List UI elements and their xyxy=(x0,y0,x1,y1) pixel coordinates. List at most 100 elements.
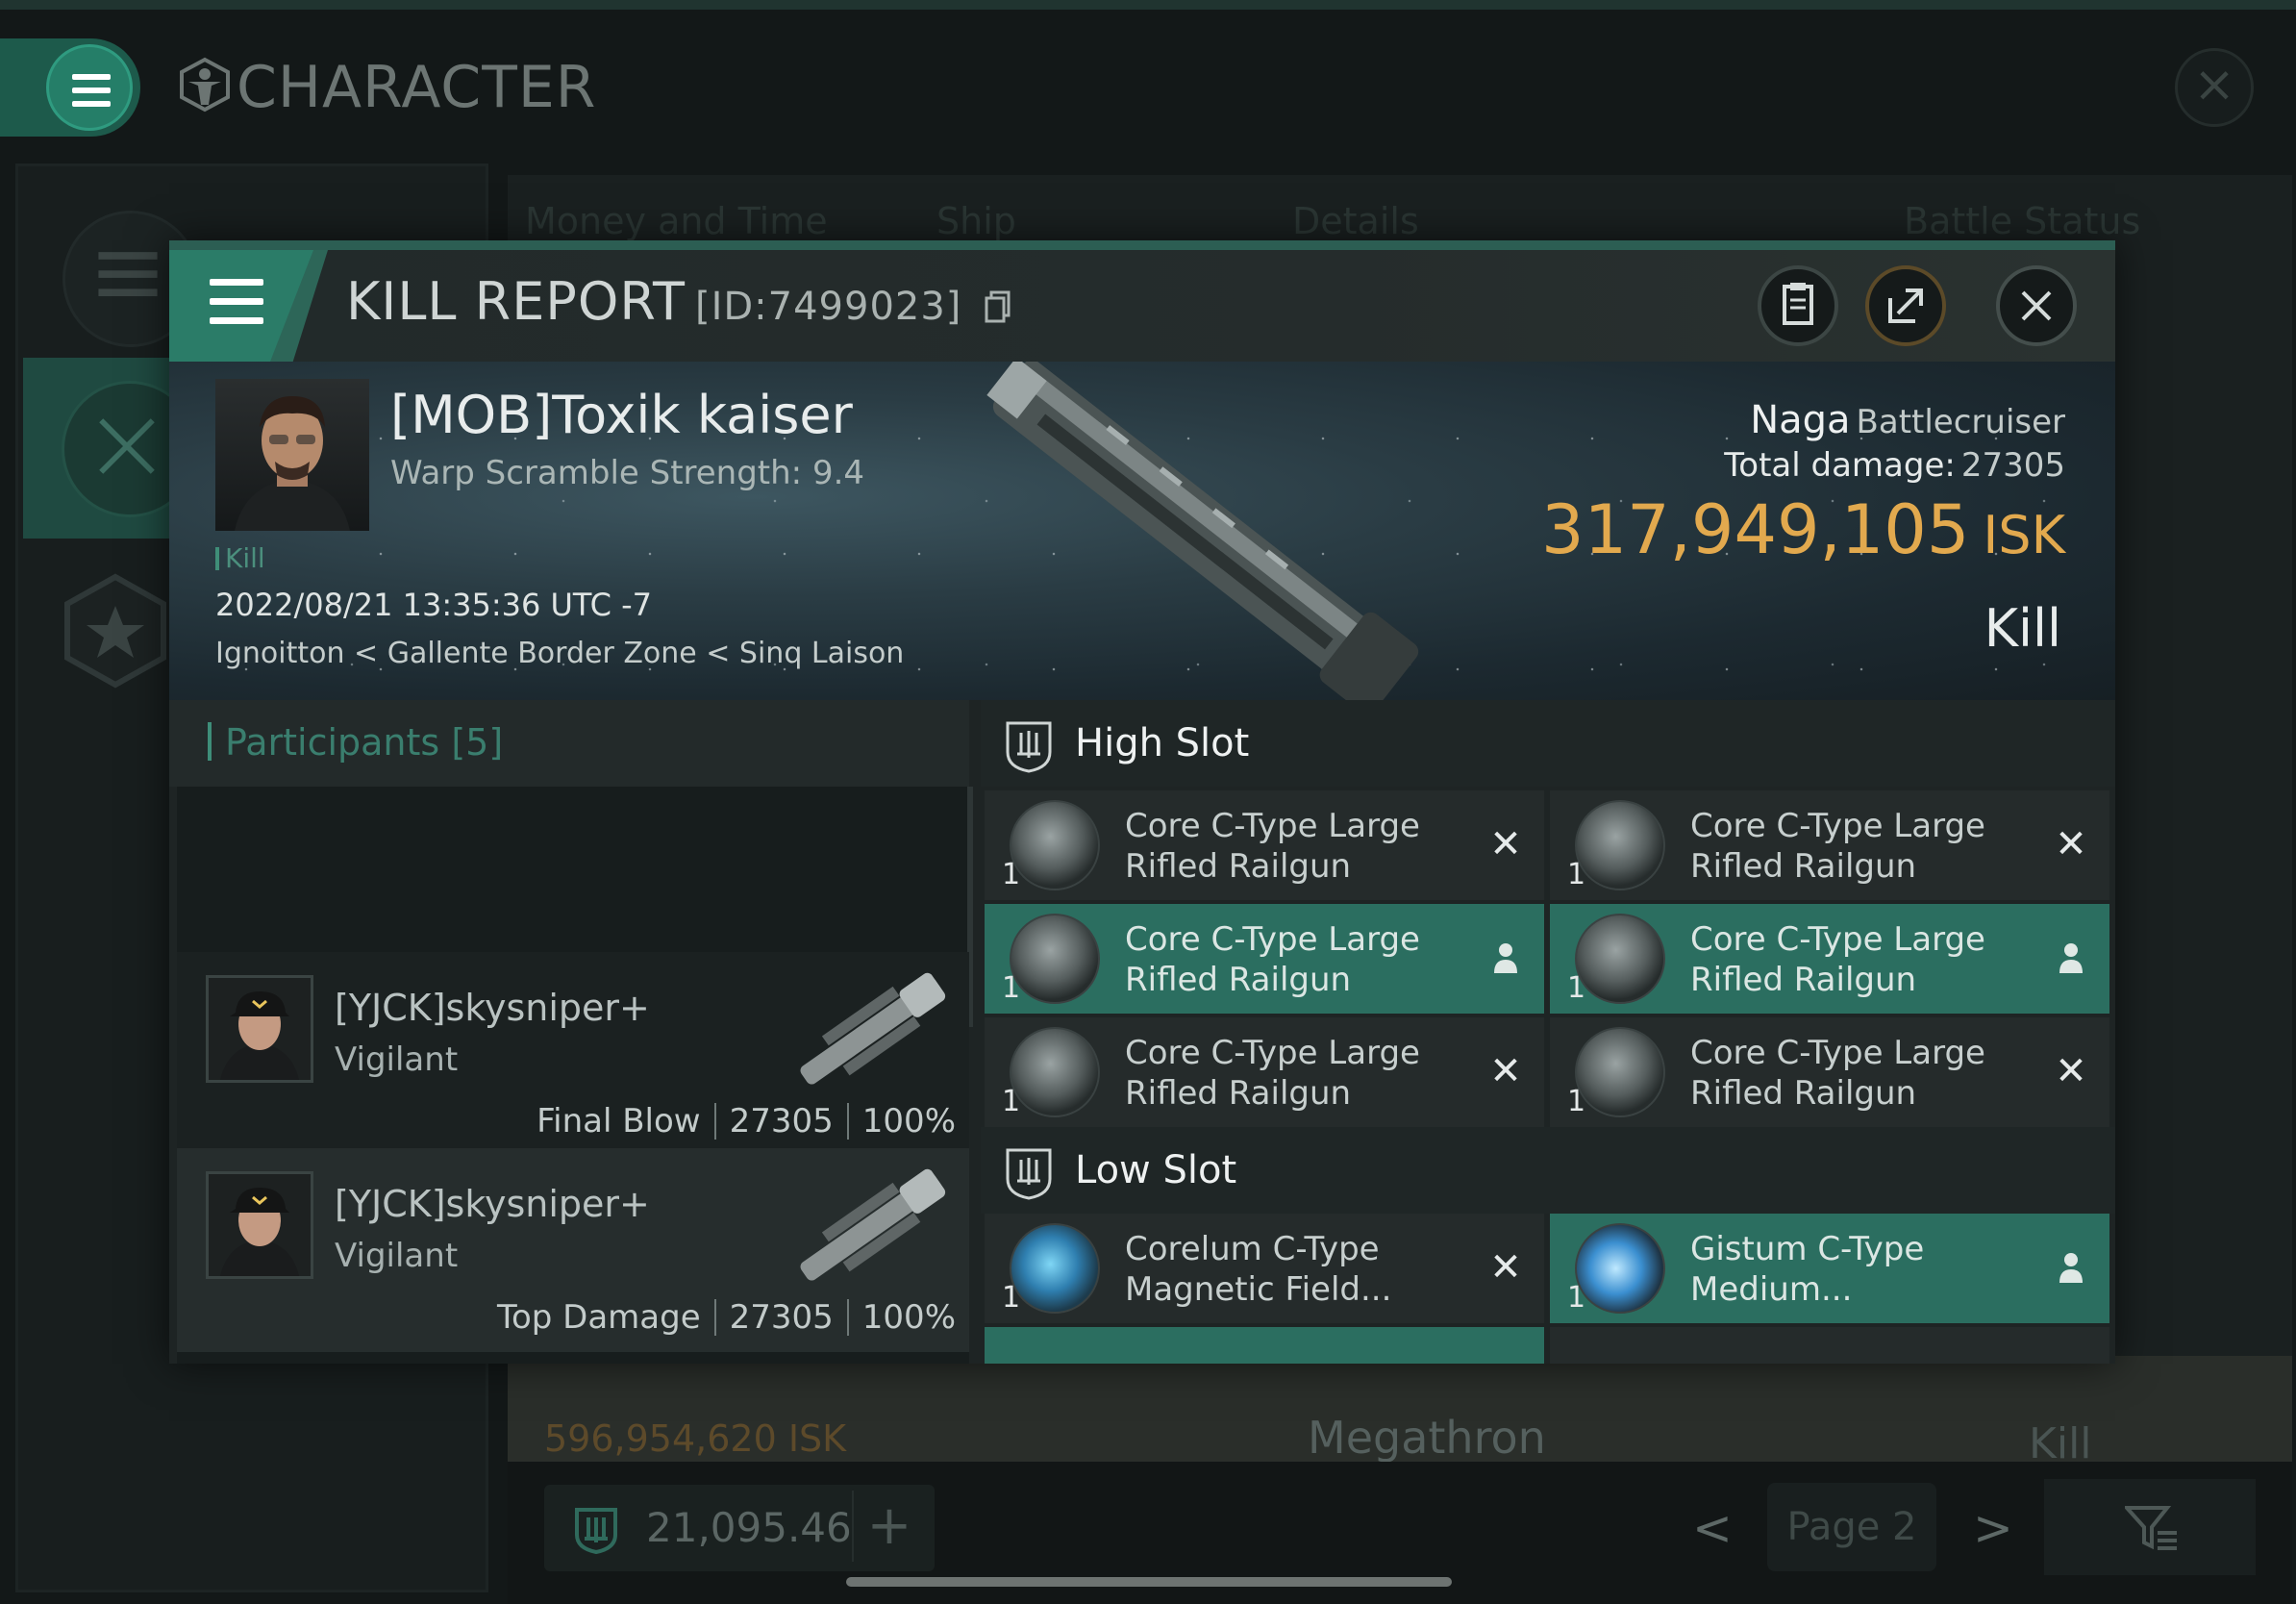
module-name: Core C-Type Large Rifled Railgun xyxy=(1125,807,1420,886)
modal-title: KILL REPORT [ID:7499023] xyxy=(346,271,1012,332)
isk-value: 317,949,105 ISK xyxy=(1541,490,2065,569)
copy-icon[interactable] xyxy=(984,290,1012,323)
low-slot-icon xyxy=(1006,1148,1052,1200)
character-icon xyxy=(180,57,230,113)
kill-report-id: [ID:7499023] xyxy=(694,285,962,329)
participant-name[interactable]: [YJCK]skysniper+ xyxy=(335,987,650,1029)
column-header-money[interactable]: Money and Time xyxy=(525,200,828,242)
total-damage: Total damage: 27305 xyxy=(1724,446,2065,485)
module-name: Gistum C-Type Medium... xyxy=(1690,1230,1925,1309)
total-damage-value: 27305 xyxy=(1960,446,2065,485)
warp-scramble-strength: Warp Scramble Strength: 9.4 xyxy=(390,454,865,492)
column-header-battle-status[interactable]: Battle Status xyxy=(1904,200,2140,242)
avatar xyxy=(206,975,313,1083)
module-name: Core C-Type Large Rifled Railgun xyxy=(1690,920,1985,999)
module-name: Core C-Type Large Rifled Railgun xyxy=(1125,1034,1420,1113)
participant-role: Final Blow xyxy=(537,1102,701,1140)
module-slot[interactable]: 1 Core C-Type Large Rifled Railgun ✕ xyxy=(985,1017,1544,1127)
avatar xyxy=(206,1171,313,1279)
ship-class: Battlecruiser xyxy=(1856,403,2065,441)
participants-title[interactable]: Participants [5] xyxy=(208,721,503,764)
report-button[interactable] xyxy=(1758,265,1838,346)
close-button[interactable] xyxy=(1996,265,2077,346)
module-qty: 1 xyxy=(1567,1085,1586,1118)
participant-damage: 27305 xyxy=(729,1102,834,1140)
hamburger-icon xyxy=(46,44,133,131)
module-name: Core C-Type Large Rifled Railgun xyxy=(1690,1034,1985,1113)
filter-icon xyxy=(2125,1506,2177,1550)
chevron-right-icon[interactable]: > xyxy=(1973,1500,2013,1556)
person-icon xyxy=(1494,943,1517,973)
participants-label: Participants xyxy=(225,721,440,764)
module-qty: 1 xyxy=(1002,1085,1021,1118)
railgun-icon xyxy=(1010,914,1100,1004)
add-funds-button[interactable]: + xyxy=(852,1491,925,1562)
participant-row[interactable]: [YJCK]skysniper+ Vigilant Top Damage 2730… xyxy=(177,1148,969,1352)
module-slot[interactable]: 1 Core C-Type Large Rifled Railgun xyxy=(1550,904,2109,1014)
participant-percent: 100% xyxy=(861,1298,956,1337)
module-qty: 1 xyxy=(1567,1281,1586,1315)
module-slot[interactable] xyxy=(985,1327,1544,1364)
module-slot[interactable]: 1 Corelum C-Type Magnetic Field... ✕ xyxy=(985,1214,1544,1323)
participant-ship: Vigilant xyxy=(335,1237,459,1275)
wallet: 21,095.46 + xyxy=(544,1485,935,1571)
victim-banner: [MOB]Toxik kaiser Warp Scramble Strength… xyxy=(169,362,2115,700)
participant-row[interactable]: [YJCK]skysniper+ Vigilant Final Blow 2730… xyxy=(177,952,969,1156)
isk-icon xyxy=(575,1508,617,1555)
railgun-icon xyxy=(1575,800,1665,890)
participant-name[interactable]: [YJCK]skysniper+ xyxy=(335,1183,650,1225)
column-header-details[interactable]: Details xyxy=(1292,200,1419,242)
battle-result: Kill xyxy=(1984,598,2061,659)
module-qty: 1 xyxy=(1567,971,1586,1005)
participant-stats: Final Blow 27305 100% xyxy=(537,1102,956,1140)
module-slot[interactable]: 1 Core C-Type Large Rifled Railgun xyxy=(985,904,1544,1014)
module-slot[interactable]: 1 Core C-Type Large Rifled Railgun ✕ xyxy=(985,790,1544,900)
clipboard-icon xyxy=(1783,283,1813,325)
chevron-left-icon[interactable]: < xyxy=(1692,1500,1733,1556)
victim-ship-image xyxy=(986,362,1419,700)
participant-percent: 100% xyxy=(861,1102,956,1140)
module-qty: 1 xyxy=(1002,858,1021,891)
high-slot-icon xyxy=(1006,721,1052,773)
close-icon[interactable]: × xyxy=(2175,48,2254,127)
armor-plate-icon xyxy=(1575,1223,1665,1314)
victim-ship[interactable]: Naga Battlecruiser xyxy=(1750,398,2065,442)
victim-portrait[interactable] xyxy=(215,379,369,531)
participant-damage: 27305 xyxy=(729,1298,834,1337)
participant-ship-image xyxy=(800,1168,946,1281)
close-icon xyxy=(2021,290,2052,321)
kill-tag: Kill xyxy=(215,542,265,574)
close-icon: ✕ xyxy=(1489,1049,1522,1093)
main-menu-button[interactable] xyxy=(0,38,140,137)
module-slot[interactable]: 1 Gistum C-Type Medium... xyxy=(1550,1214,2109,1323)
filter-button[interactable] xyxy=(2044,1479,2256,1575)
module-slot[interactable]: 1 Core C-Type Large Rifled Railgun ✕ xyxy=(1550,790,2109,900)
module-slot[interactable]: 1 Core C-Type Large Rifled Railgun ✕ xyxy=(1550,1017,2109,1127)
isk-unit: ISK xyxy=(1983,505,2065,565)
participant-role: Top Damage xyxy=(496,1298,701,1337)
module-name: Core C-Type Large Rifled Railgun xyxy=(1125,920,1420,999)
high-slot-header: High Slot xyxy=(981,700,2115,787)
modal-accent-line xyxy=(169,240,2115,250)
victim-pilot-name[interactable]: [MOB]Toxik kaiser xyxy=(390,385,853,445)
module-slot[interactable] xyxy=(1550,1327,2109,1364)
module-qty: 1 xyxy=(1002,971,1021,1005)
low-slot-header: Low Slot xyxy=(981,1127,2115,1214)
column-header-ship[interactable]: Ship xyxy=(936,200,1016,242)
star-badge-icon[interactable] xyxy=(58,573,173,689)
module-name: Corelum C-Type Magnetic Field... xyxy=(1125,1230,1392,1309)
share-button[interactable] xyxy=(1865,265,1946,346)
app-title-text: CHARACTER xyxy=(237,54,597,121)
close-icon: ✕ xyxy=(2055,1049,2087,1093)
kill-report-modal: KILL REPORT [ID:7499023] [MOB]Toxik kais… xyxy=(169,240,2115,1364)
close-icon: ✕ xyxy=(2055,822,2087,866)
kill-location[interactable]: Ignoitton < Gallente Border Zone < Sinq … xyxy=(215,637,904,670)
module-name: Core C-Type Large Rifled Railgun xyxy=(1690,807,1985,886)
high-slot-title: High Slot xyxy=(1075,721,1250,765)
share-icon xyxy=(1888,288,1923,323)
page-indicator: Page 2 xyxy=(1767,1483,1936,1571)
modal-title-text: KILL REPORT xyxy=(346,271,686,332)
module-qty: 1 xyxy=(1567,858,1586,891)
low-slot-title: Low Slot xyxy=(1075,1148,1237,1192)
ship-name: Naga xyxy=(1750,398,1851,442)
